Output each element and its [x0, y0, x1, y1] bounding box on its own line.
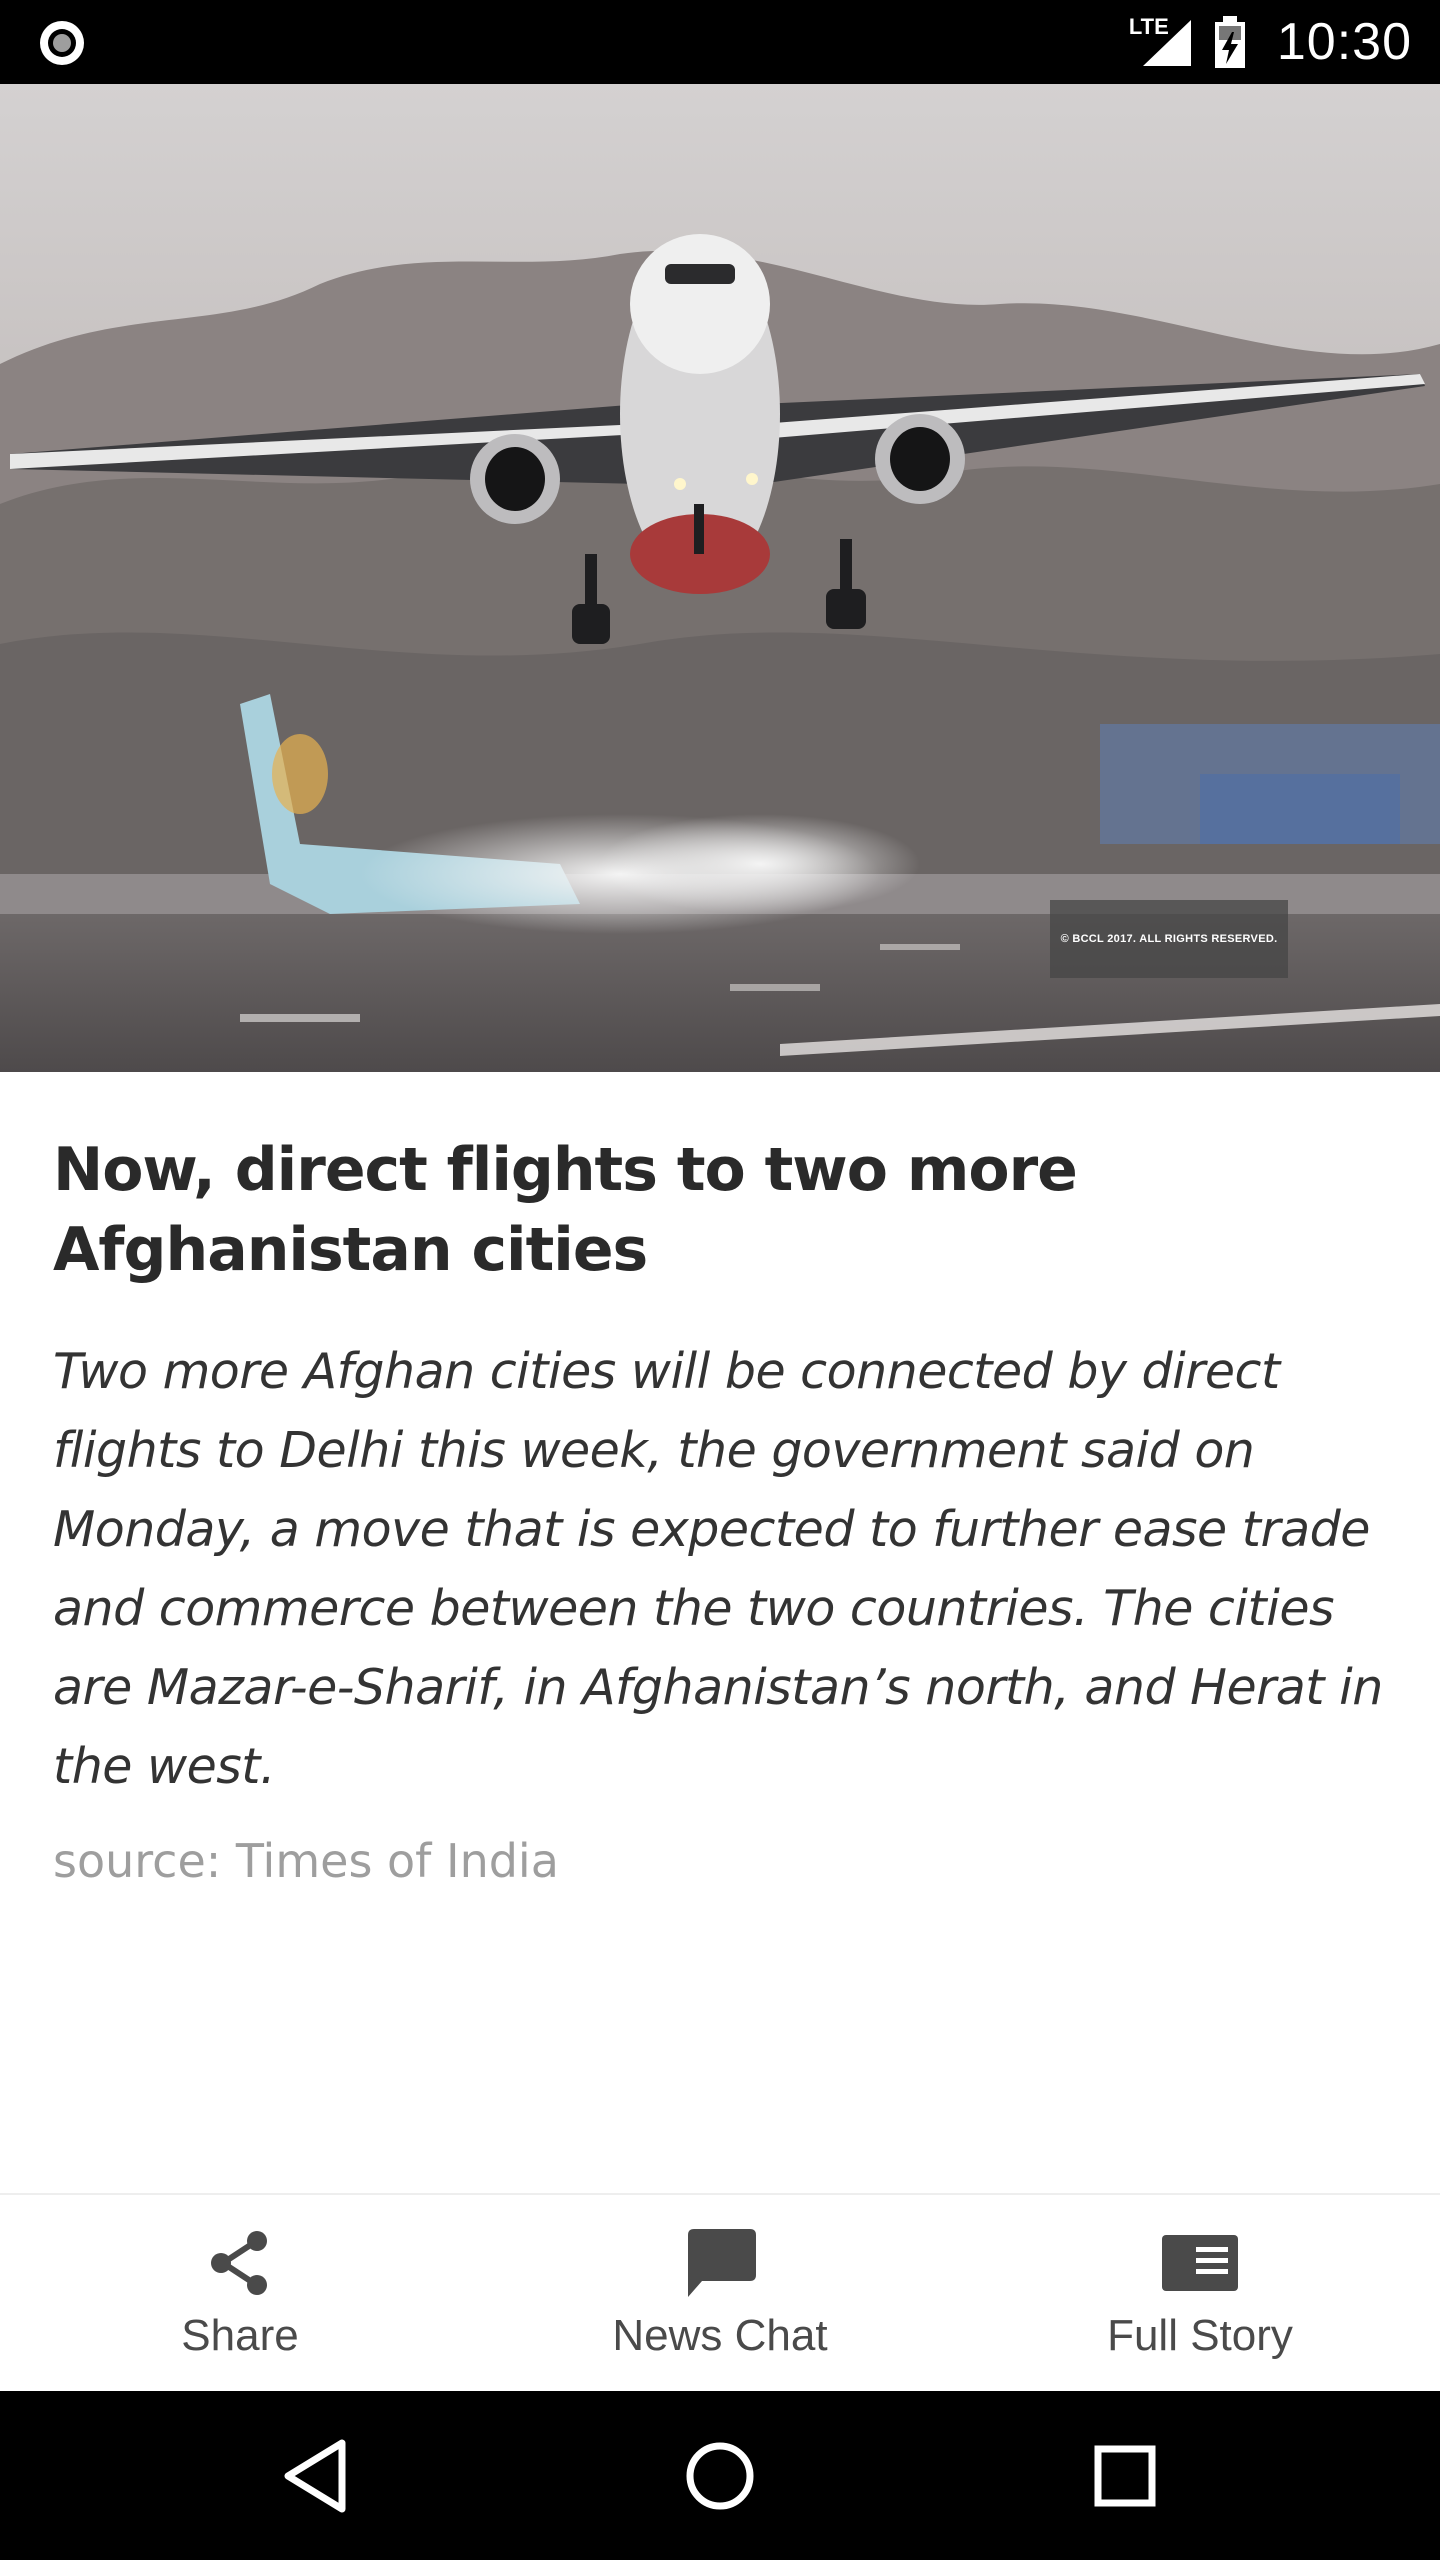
article-icon: [1160, 2223, 1240, 2303]
full-story-label: Full Story: [1107, 2311, 1293, 2360]
article-headline: Now, direct flights to two more Afghanis…: [53, 1135, 1078, 1285]
share-label: Share: [181, 2311, 299, 2360]
news-chat-button[interactable]: News Chat: [570, 2195, 870, 2393]
back-icon[interactable]: [272, 2431, 362, 2521]
share-icon: [200, 2223, 280, 2303]
home-icon[interactable]: [675, 2431, 765, 2521]
notification-dot-icon: [40, 21, 84, 65]
battery-charging-icon: [1214, 16, 1245, 68]
news-chat-label: News Chat: [612, 2311, 828, 2360]
chat-bubble-icon: [680, 2223, 760, 2303]
recents-icon[interactable]: [1080, 2431, 1170, 2521]
lte-signal-icon: LTE: [1129, 14, 1193, 70]
navigation-bar: [0, 2391, 1440, 2560]
article-summary: Two more Afghan cities will be connected…: [53, 1343, 1383, 1795]
article: Now, direct flights to two more Afghanis…: [53, 1130, 1393, 1888]
share-button[interactable]: Share: [90, 2195, 390, 2393]
article-source: source: Times of India: [53, 1834, 559, 1888]
action-bar: Share News Chat Full Story: [0, 2193, 1440, 2393]
status-bar: LTE 10:30: [0, 0, 1440, 84]
photo-watermark: © BCCL 2017. ALL RIGHTS RESERVED.: [1050, 900, 1288, 978]
hero-image: © BCCL 2017. ALL RIGHTS RESERVED.: [0, 84, 1440, 1072]
clock: 10:30: [1276, 13, 1412, 71]
status-icons: LTE 10:30: [1129, 0, 1412, 84]
full-story-button[interactable]: Full Story: [1050, 2195, 1350, 2393]
